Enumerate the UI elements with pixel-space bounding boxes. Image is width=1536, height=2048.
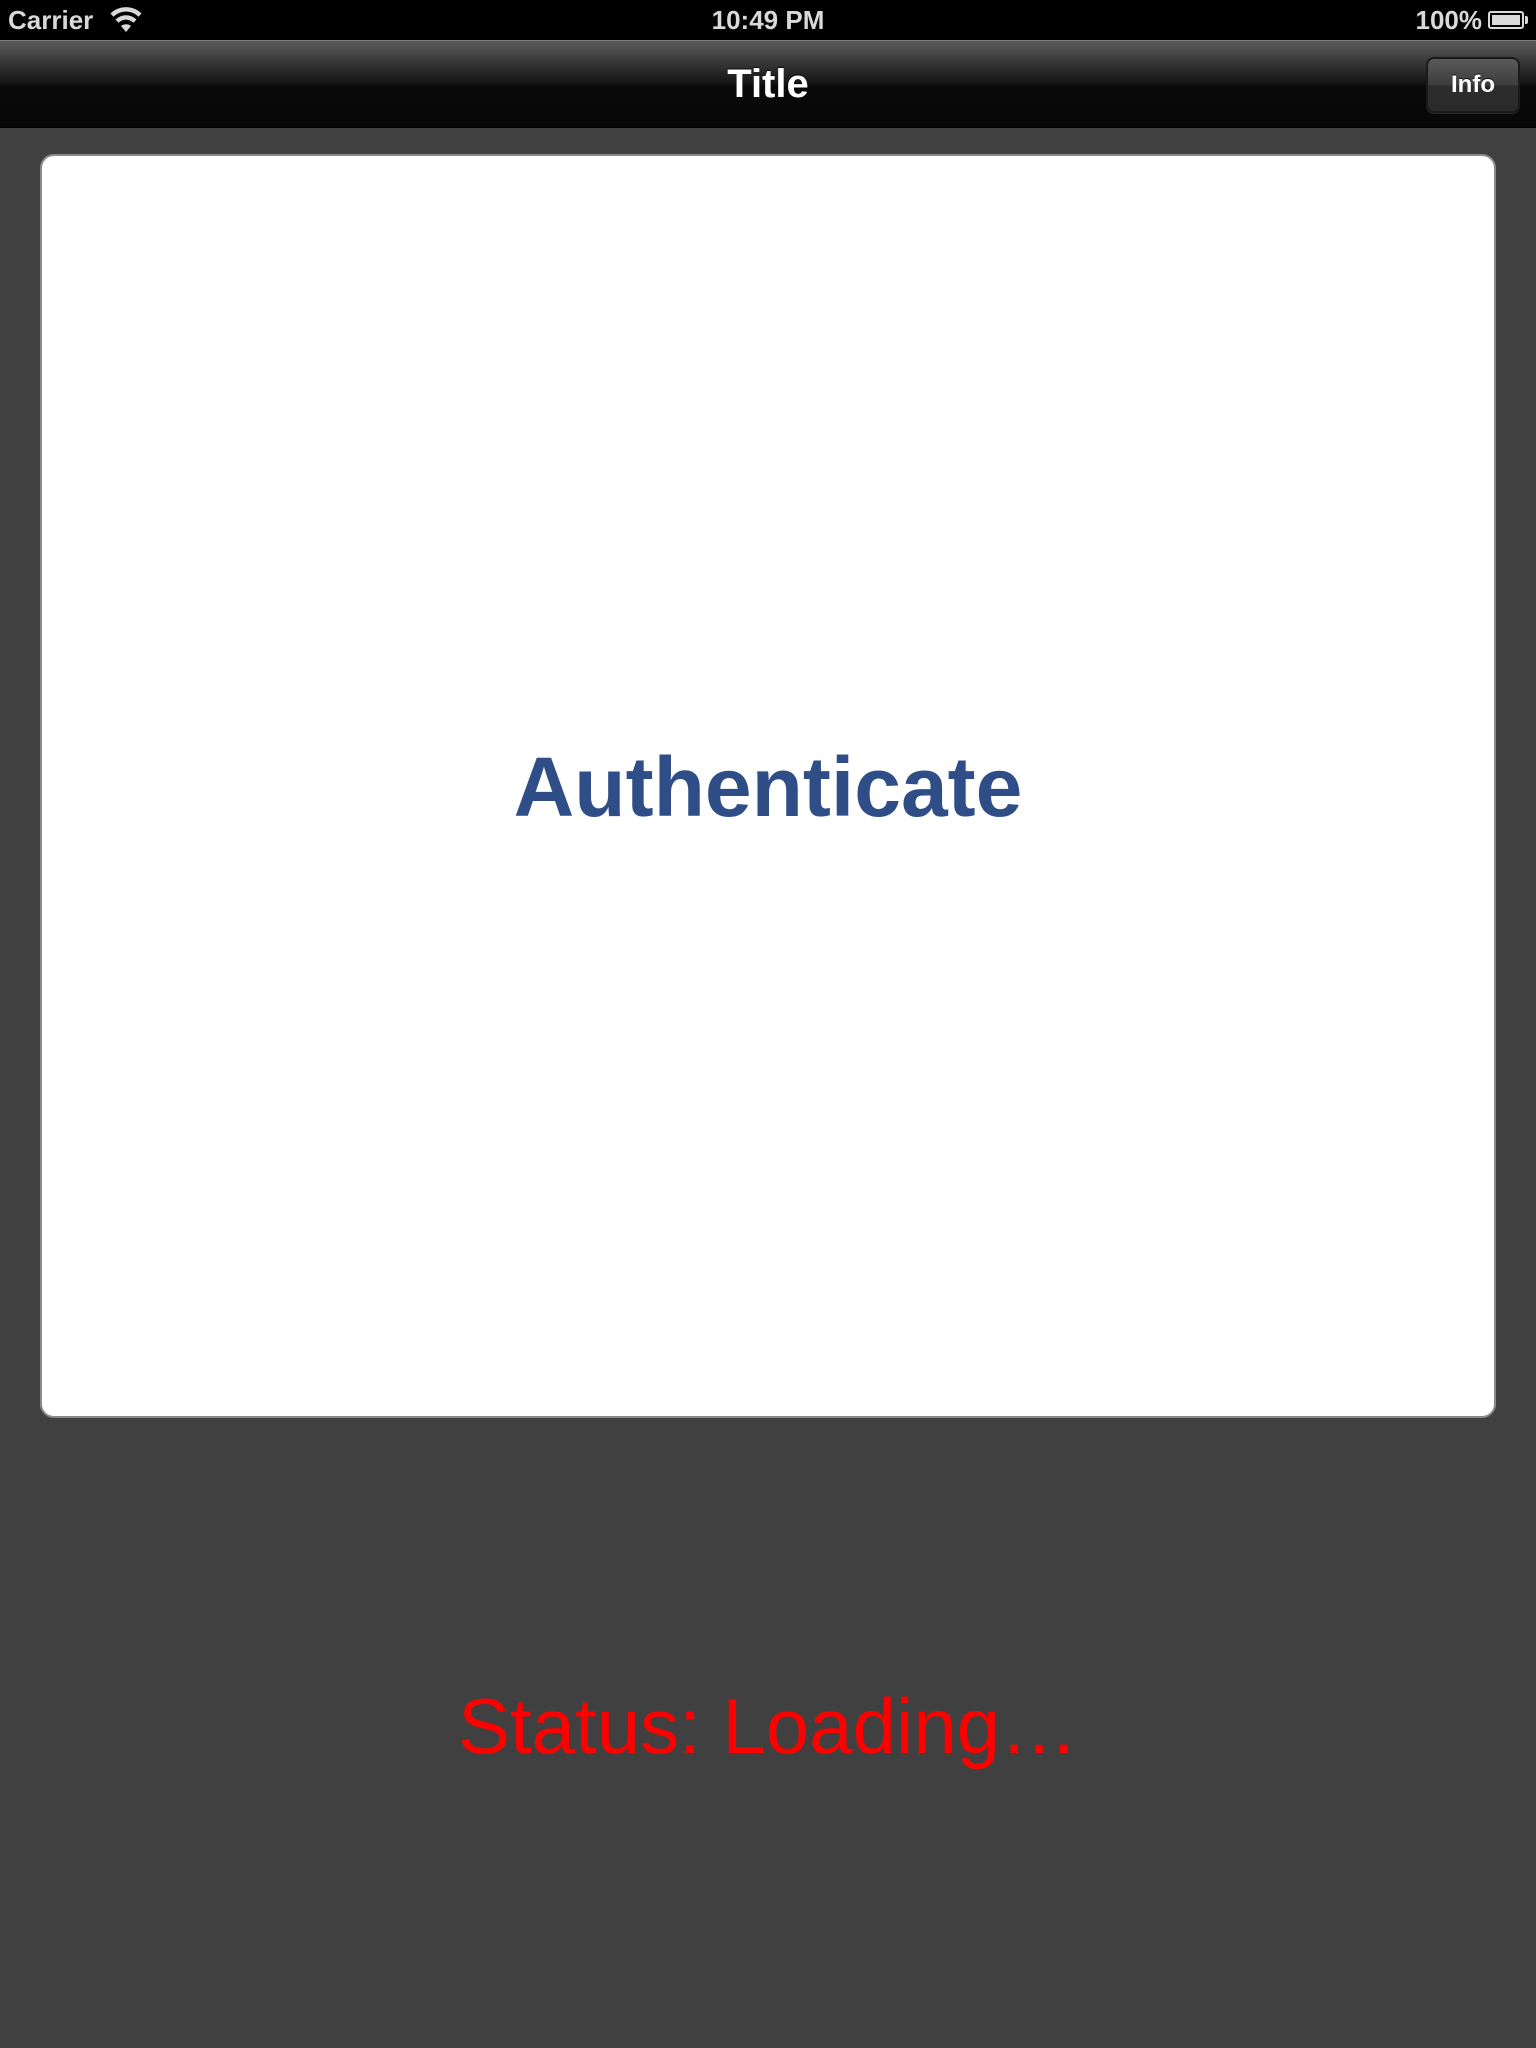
info-button[interactable]: Info bbox=[1426, 57, 1520, 113]
battery-nub bbox=[1525, 16, 1528, 24]
authenticate-button[interactable]: Authenticate bbox=[40, 154, 1496, 1418]
status-label: Status: Loading… bbox=[457, 1682, 1079, 1770]
battery-percent: 100% bbox=[1415, 5, 1483, 35]
nav-title: Title bbox=[727, 62, 809, 106]
authenticate-label: Authenticate bbox=[513, 739, 1023, 834]
navigation-bar: Title Info bbox=[0, 40, 1536, 128]
status-time: 10:49 PM bbox=[711, 5, 825, 35]
battery-icon bbox=[1488, 11, 1524, 29]
status-bar: Carrier 10:49 PM 100% bbox=[0, 0, 1536, 40]
battery-indicator: 100% bbox=[1415, 4, 1528, 36]
battery-fill bbox=[1492, 15, 1520, 25]
